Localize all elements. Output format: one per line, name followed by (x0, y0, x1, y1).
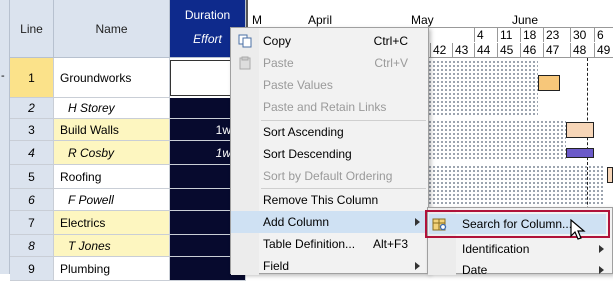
menu-item-sort-ascending[interactable]: Sort Ascending (231, 121, 428, 143)
month-label: April (308, 13, 333, 27)
task-bar[interactable] (538, 75, 560, 91)
week-label: 4 (474, 28, 484, 42)
menu-item-label: Table Definition... (263, 237, 356, 251)
row-selector-strip (0, 0, 10, 274)
submenu-arrow-icon (599, 245, 604, 253)
line-cell[interactable]: 9 (10, 257, 54, 281)
task-name-cell[interactable]: Build Walls (54, 119, 170, 141)
menu-item-shortcut: Alt+F3 (372, 237, 408, 251)
gantt-shading (428, 165, 603, 205)
menu-item-label: Sort Descending (263, 147, 352, 161)
name-column-header[interactable]: Name (54, 0, 170, 58)
week-number: 46 (520, 43, 536, 57)
task-name-cell[interactable]: Plumbing (54, 257, 170, 281)
search-column-icon (432, 218, 448, 232)
duration-header-label: Duration (184, 7, 231, 22)
task-name-cell[interactable]: Electrics (54, 211, 170, 235)
menu-item-shortcut: Ctrl+V (374, 56, 408, 70)
effort-header-label: Effort (193, 31, 222, 46)
line-cell[interactable]: 3 (10, 119, 54, 141)
menu-item-paste[interactable]: Paste Ctrl+V (231, 52, 428, 74)
task-bar[interactable] (607, 167, 613, 183)
week-number: 43 (452, 43, 468, 57)
menu-item-copy[interactable]: Copy Ctrl+C (231, 30, 428, 52)
week-number: 42 (430, 43, 446, 57)
week-number: 44 (474, 43, 490, 57)
submenu-item-date[interactable]: Date (428, 260, 612, 280)
gantt-shading (428, 60, 538, 116)
resource-name-cell[interactable]: T Jones (54, 235, 170, 257)
month-label: M (252, 13, 262, 27)
menu-item-label: Paste (263, 56, 294, 70)
menu-item-label: Remove This Column (263, 193, 379, 207)
menu-item-label: Sort Ascending (263, 125, 344, 139)
menu-item-remove-column[interactable]: Remove This Column (231, 189, 428, 211)
submenu-arrow-icon (415, 218, 420, 226)
menu-item-table-definition[interactable]: Table Definition... Alt+F3 (231, 233, 428, 255)
collapse-marker[interactable]: - (1, 70, 9, 84)
submenu-item-label: Search for Column... (462, 217, 573, 231)
paste-icon (238, 56, 252, 70)
week-number: 48 (570, 43, 586, 57)
menu-item-label: Paste and Retain Links (263, 100, 387, 114)
line-cell[interactable]: 2 (10, 98, 54, 119)
menu-item-label: Add Column (263, 215, 330, 229)
week-label: 18 (520, 28, 536, 42)
week-number: 47 (543, 43, 559, 57)
line-cell[interactable]: 4 (10, 141, 54, 165)
menu-item-paste-retain-links[interactable]: Paste and Retain Links (231, 96, 428, 118)
menu-item-label: Field (263, 259, 290, 273)
submenu-item-label: Date (462, 263, 488, 277)
submenu-arrow-icon (599, 266, 604, 274)
week-number: 45 (497, 43, 513, 57)
line-cell[interactable]: 6 (10, 189, 54, 211)
task-name-cell[interactable]: Roofing (54, 165, 170, 189)
task-name-cell[interactable]: Groundworks (54, 58, 170, 98)
menu-item-add-column[interactable]: Add Column (231, 211, 428, 233)
line-cell[interactable]: 5 (10, 165, 54, 189)
resource-name-cell[interactable]: F Powell (54, 189, 170, 211)
week-label: 11 (497, 28, 512, 42)
task-bar[interactable] (566, 122, 594, 138)
month-label: June (512, 13, 539, 27)
line-cell[interactable]: 8 (10, 235, 54, 257)
week-label: 30 (570, 28, 586, 42)
context-menu: Copy Ctrl+C Paste Ctrl+V Paste Values Pa… (230, 27, 429, 275)
menu-item-label: Copy (263, 34, 292, 48)
menu-item-sort-default[interactable]: Sort by Default Ordering (231, 165, 428, 187)
menu-item-shortcut: Ctrl+C (373, 34, 408, 48)
resource-name-cell[interactable]: H Storey (54, 98, 170, 119)
resource-name-cell[interactable]: R Cosby (54, 141, 170, 165)
menu-item-sort-descending[interactable]: Sort Descending (231, 143, 428, 165)
line-cell[interactable]: 7 (10, 211, 54, 235)
submenu-item-label: Identification (462, 242, 530, 256)
month-label: May (411, 13, 434, 27)
week-label: 23 (543, 28, 559, 42)
resource-bar[interactable] (566, 148, 594, 158)
copy-icon (238, 34, 252, 48)
menu-item-label: Sort by Default Ordering (263, 169, 393, 183)
week-label: 6 (594, 28, 604, 42)
submenu-item-identification[interactable]: Identification (428, 239, 612, 259)
gantt-shading (428, 120, 566, 160)
line-column-header[interactable]: Line (10, 0, 54, 58)
week-number: 49 (594, 43, 610, 57)
menu-item-label: Paste Values (263, 78, 333, 92)
submenu-arrow-icon (415, 262, 420, 270)
menu-item-paste-values[interactable]: Paste Values (231, 74, 428, 96)
line-cell[interactable]: 1 (10, 58, 54, 98)
mouse-cursor-icon (570, 218, 586, 241)
